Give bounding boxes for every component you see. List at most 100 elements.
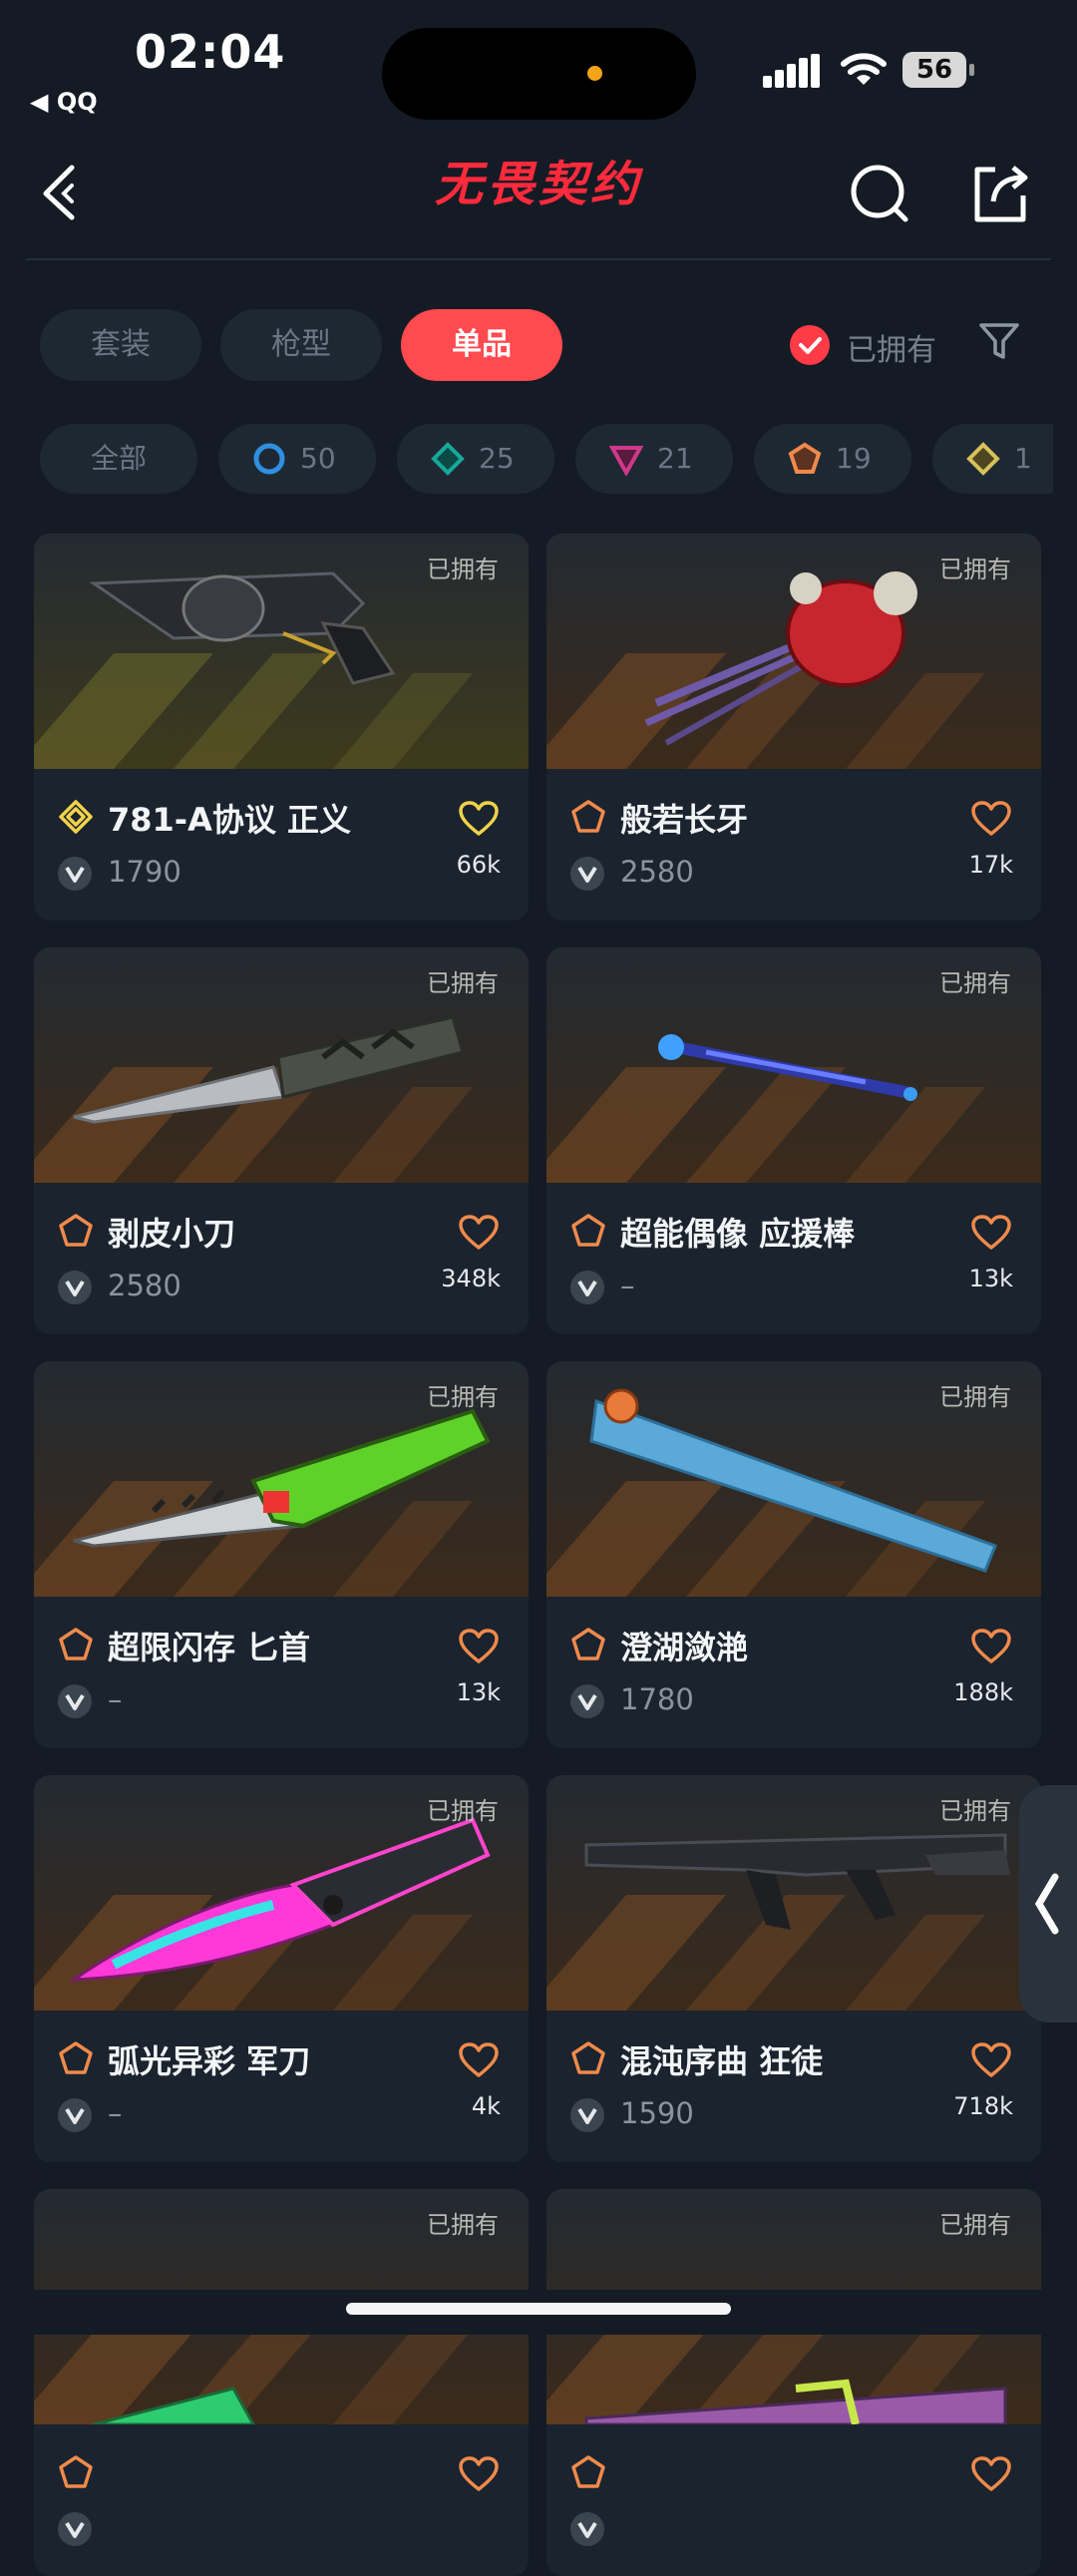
skin-title-row: 超能偶像 应援棒 xyxy=(570,1209,1019,1253)
skin-name: 超限闪存 匕首 xyxy=(108,1629,311,1666)
back-arrow-icon xyxy=(43,165,75,220)
tier-chip-select[interactable]: 50 xyxy=(218,424,376,494)
tier-chip-all[interactable]: 全部 xyxy=(40,424,197,494)
vp-currency-icon xyxy=(58,857,92,891)
skin-title-row xyxy=(570,2450,1019,2494)
app-header: 无畏契约 xyxy=(0,130,1077,259)
back-to-app-link[interactable]: ◀ QQ xyxy=(30,88,98,116)
skin-card[interactable]: 已拥有超限闪存 匕首 – 13k xyxy=(34,1361,529,1748)
price-row xyxy=(58,2510,357,2550)
favorite-heart-icon[interactable] xyxy=(459,1629,499,1664)
tier-chip-premium[interactable]: 21 xyxy=(575,424,733,494)
skin-price: – xyxy=(108,1682,123,1716)
like-count: 66k xyxy=(456,851,501,879)
ultra-tier-icon xyxy=(59,800,93,834)
tier-chip-label: 全部 xyxy=(90,442,147,475)
skin-image[interactable]: 已拥有 xyxy=(34,1361,529,1597)
skin-card[interactable]: 已拥有般若长牙 2580 17k xyxy=(546,534,1041,920)
privacy-indicator-dot xyxy=(587,66,602,81)
home-indicator[interactable] xyxy=(346,2303,731,2315)
vp-currency-icon xyxy=(58,1684,92,1718)
tier-chip-ultra[interactable]: 1 xyxy=(932,424,1053,494)
battery-icon: 56 xyxy=(902,52,966,88)
owned-tag: 已拥有 xyxy=(427,2211,499,2239)
skin-name: 超能偶像 应援棒 xyxy=(620,1215,856,1253)
tier-count: 50 xyxy=(300,442,336,475)
skin-image[interactable]: 已拥有 xyxy=(34,947,529,1183)
favorite-heart-icon[interactable] xyxy=(971,1629,1011,1664)
vp-currency-icon xyxy=(570,857,604,891)
favorite-heart-icon[interactable] xyxy=(459,1215,499,1251)
owned-tag: 已拥有 xyxy=(427,1797,499,1825)
skin-card[interactable]: 已拥有 781-A协议 正义 1790 66k xyxy=(34,534,529,920)
share-button[interactable] xyxy=(965,158,1035,227)
skin-card[interactable]: 已拥有超能偶像 应援棒 – 13k xyxy=(546,947,1041,1334)
tier-chip-exclusive[interactable]: 19 xyxy=(754,424,911,494)
exclusive-tier-icon xyxy=(59,2041,93,2074)
search-button[interactable] xyxy=(846,158,915,227)
favorite-heart-icon[interactable] xyxy=(971,801,1011,837)
skin-image[interactable]: 已拥有 xyxy=(546,534,1041,769)
skin-image[interactable]: 已拥有 xyxy=(546,1775,1041,2011)
price-row: – xyxy=(58,2096,357,2136)
skin-price: – xyxy=(108,2096,123,2130)
favorite-heart-icon[interactable] xyxy=(971,2456,1011,2492)
price-row: 2580 xyxy=(58,1269,357,1308)
ultra-tier-icon xyxy=(966,442,1000,476)
skin-image[interactable]: 已拥有 xyxy=(34,1775,529,2011)
like-count: 17k xyxy=(968,851,1013,879)
favorite-heart-icon[interactable] xyxy=(971,1215,1011,1251)
exclusive-tier-icon xyxy=(59,1214,93,1247)
exclusive-tier-icon xyxy=(571,1214,605,1247)
skin-name: 弧光异彩 军刀 xyxy=(108,2042,311,2080)
skin-image[interactable]: 已拥有 xyxy=(34,534,529,769)
tier-count: 19 xyxy=(836,442,872,475)
status-time: 02:04 xyxy=(135,25,286,79)
like-count: 188k xyxy=(953,1678,1013,1706)
tier-count: 1 xyxy=(1014,442,1032,475)
tier-count: 25 xyxy=(479,442,515,475)
like-count: 348k xyxy=(441,1265,501,1292)
price-row: – xyxy=(570,1269,870,1308)
owned-tag: 已拥有 xyxy=(939,555,1011,583)
owned-tag: 已拥有 xyxy=(427,1383,499,1411)
vp-currency-icon xyxy=(570,2512,604,2546)
status-icons: 56 xyxy=(763,48,992,92)
skin-card[interactable]: 已拥有 澄湖潋滟 1780 188k xyxy=(546,1361,1041,1748)
skin-price: 2580 xyxy=(620,855,694,889)
vp-currency-icon xyxy=(570,1684,604,1718)
back-button[interactable] xyxy=(32,158,102,227)
tier-chip-deluxe[interactable]: 25 xyxy=(397,424,554,494)
skin-image[interactable]: 已拥有 xyxy=(546,947,1041,1183)
skin-title-row: 般若长牙 xyxy=(570,795,1019,839)
skin-card[interactable]: 已拥有 混沌序曲 狂徒 1590 718k xyxy=(546,1775,1041,2162)
exclusive-tier-icon xyxy=(59,1628,93,1660)
favorite-heart-icon[interactable] xyxy=(459,2042,499,2078)
side-drawer-handle[interactable] xyxy=(1019,1785,1077,2023)
tab-single-items[interactable]: 单品 xyxy=(401,309,562,381)
like-count: 13k xyxy=(968,1265,1013,1292)
skin-name: 781-A协议 正义 xyxy=(108,801,351,839)
skin-card[interactable]: 已拥有 弧光异彩 军刀 – 4k xyxy=(34,1775,529,2162)
skin-card[interactable]: 已拥有 xyxy=(546,2189,1041,2576)
exclusive-tier-icon xyxy=(571,800,605,833)
skin-price: – xyxy=(620,1269,635,1302)
skin-image[interactable]: 已拥有 xyxy=(546,1361,1041,1597)
favorite-heart-icon[interactable] xyxy=(971,2042,1011,2078)
vp-currency-icon xyxy=(570,1271,604,1304)
vp-currency-icon xyxy=(570,2098,604,2132)
skin-card[interactable]: 已拥有剥皮小刀 2580 348k xyxy=(34,947,529,1334)
like-count: 13k xyxy=(456,1678,501,1706)
tab-bundles[interactable]: 套装 xyxy=(40,309,201,381)
skin-title-row: 剥皮小刀 xyxy=(58,1209,507,1253)
favorite-heart-icon[interactable] xyxy=(459,2456,499,2492)
price-row: 2580 xyxy=(570,855,870,895)
premium-tier-icon xyxy=(609,446,643,476)
search-icon xyxy=(851,165,908,222)
tab-weapon-type[interactable]: 枪型 xyxy=(220,309,382,381)
favorite-heart-icon[interactable] xyxy=(459,801,499,837)
filter-funnel-icon xyxy=(979,323,1019,359)
filter-button[interactable] xyxy=(977,319,1021,363)
skin-card[interactable]: 已拥有 xyxy=(34,2189,529,2576)
owned-checkbox[interactable] xyxy=(790,325,830,365)
